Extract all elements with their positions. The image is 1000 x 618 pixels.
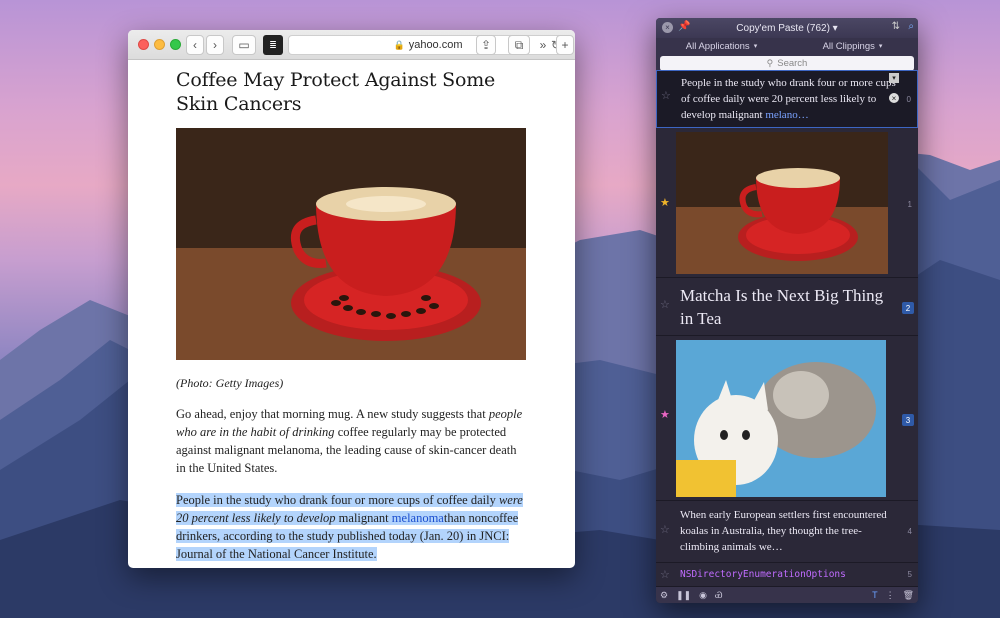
star-filled-icon[interactable]: ★ (660, 408, 670, 421)
reader-button[interactable]: ≣ (263, 35, 283, 55)
pause-icon[interactable]: ❚❚ (676, 590, 691, 601)
copyem-search-input[interactable]: ⚲ Search (660, 56, 914, 71)
tab-all-clippings[interactable]: All Clippings ▾ (787, 38, 918, 54)
clip-0-text: People in the study who drank four or mo… (681, 75, 899, 123)
copyem-titlebar: × 📌 Copy'em Paste (762) ▾ ⇅ ⌕ (656, 18, 918, 38)
tab-all-clippings-label: All Clippings (822, 40, 875, 52)
tabs-icon: ⧉ (514, 37, 524, 52)
clip-item-4[interactable]: ☆ When early European settlers first enc… (656, 501, 918, 563)
clip-menu-icon[interactable]: ▾ (889, 73, 899, 83)
clip-item-0[interactable]: ☆ People in the study who drank four or … (656, 70, 918, 128)
copyem-title[interactable]: Copy'em Paste (762) ▾ (736, 23, 837, 34)
chevron-down-icon: ▾ (878, 43, 883, 50)
copyem-paste-panel: × 📌 Copy'em Paste (762) ▾ ⇅ ⌕ All Applic… (656, 18, 918, 603)
clip-2-badge: 2 (902, 302, 914, 314)
clip-item-5[interactable]: ☆ NSDirectoryEnumerationOptions 5 (656, 563, 918, 587)
text-format-icon[interactable]: T (872, 590, 878, 600)
tab-all-applications-label: All Applications (685, 40, 750, 52)
clip-1-number: 1 (907, 200, 912, 209)
close-icon[interactable]: × (662, 22, 673, 33)
photo-caption: (Photo: Getty Images) (176, 376, 284, 390)
safari-window: ‹ › ▭ ≣ 🔒 yahoo.com ↻ ⇪ ⧉ » + Coffee May… (128, 30, 575, 568)
copyem-filter-tabs: All Applications ▾ All Clippings ▾ (656, 38, 918, 54)
clip-3-image (676, 340, 886, 497)
kitten-thumbnail (676, 340, 886, 497)
plus-icon: + (561, 38, 569, 52)
sidebar-icon: ▭ (238, 38, 250, 52)
clip-0-link-text: melano… (765, 109, 809, 121)
camera-icon[interactable]: ◉ (699, 590, 707, 601)
more-icon[interactable]: ⋮ (886, 590, 895, 601)
trash-icon[interactable]: 🗑 (903, 590, 914, 601)
tab-all-applications[interactable]: All Applications ▾ (656, 38, 787, 54)
address-url: yahoo.com (408, 39, 463, 51)
share-button[interactable]: ⇪ (476, 35, 496, 55)
clip-3-badge: 3 (902, 414, 914, 426)
star-icon[interactable]: ☆ (660, 523, 670, 536)
clip-item-1[interactable]: ★ 1 (656, 128, 918, 278)
clip-0-number: 0 (906, 95, 911, 104)
clip-1-image (676, 132, 888, 274)
reader-article: Coffee May Protect Against Some Skin Can… (128, 60, 575, 568)
text-style-icon[interactable]: Ꮿ (715, 590, 723, 601)
reader-icon: ≣ (269, 39, 277, 50)
minimize-window-button[interactable] (154, 39, 165, 50)
star-filled-icon[interactable]: ★ (660, 196, 670, 209)
chevron-right-icon: › (213, 38, 217, 52)
melanoma-link[interactable]: melanoma (392, 511, 444, 525)
para2-text-a: People in the study who drank four or mo… (176, 493, 499, 507)
forward-button[interactable]: › (206, 35, 224, 55)
star-icon[interactable]: ☆ (660, 298, 670, 311)
clip-item-2[interactable]: ☆ Matcha Is the Next Big Thing in Tea 2 (656, 278, 918, 336)
coffee-cup-image (176, 128, 526, 360)
close-window-button[interactable] (138, 39, 149, 50)
chevron-down-icon: ▾ (753, 43, 758, 50)
sort-icon[interactable]: ⇅ (892, 21, 900, 32)
article-paragraph-1: Go ahead, enjoy that morning mug. A new … (176, 405, 527, 477)
clip-5-text: NSDirectoryEnumerationOptions (680, 569, 846, 580)
clip-item-3[interactable]: ★ 3 (656, 336, 918, 501)
copyem-bottom-toolbar: ⚙ ❚❚ ◉ Ꮿ T ⋮ 🗑 (656, 587, 918, 603)
para2-text-b: malignant (335, 511, 392, 525)
clip-2-text: Matcha Is the Next Big Thing in Tea (680, 286, 884, 328)
clip-5-number: 5 (907, 570, 912, 579)
chevrons-right-icon: » (539, 38, 547, 52)
more-button[interactable]: » (536, 35, 550, 55)
pin-icon[interactable]: 📌 (678, 21, 690, 32)
clip-delete-icon[interactable]: × (889, 93, 899, 103)
star-icon[interactable]: ☆ (660, 568, 670, 581)
lock-icon: 🔒 (393, 39, 405, 50)
magnifier-icon: ⚲ (766, 58, 774, 68)
share-icon: ⇪ (480, 38, 492, 52)
search-icon[interactable]: ⌕ (908, 21, 914, 32)
sidebar-button[interactable]: ▭ (232, 35, 256, 55)
chevron-left-icon: ‹ (193, 38, 197, 52)
article-photo (176, 128, 526, 360)
clip-4-text: When early European settlers first encou… (680, 509, 887, 553)
coffee-cup-thumbnail (676, 132, 888, 274)
star-icon[interactable]: ☆ (661, 89, 671, 102)
article-paragraph-2[interactable]: People in the study who drank four or mo… (176, 491, 527, 563)
tabs-button[interactable]: ⧉ (508, 35, 530, 55)
clip-4-number: 4 (907, 527, 912, 536)
new-tab-button[interactable]: + (556, 35, 574, 55)
safari-toolbar: ‹ › ▭ ≣ 🔒 yahoo.com ↻ ⇪ ⧉ » + (128, 30, 575, 60)
back-button[interactable]: ‹ (186, 35, 204, 55)
article-title: Coffee May Protect Against Some Skin Can… (176, 69, 496, 115)
gear-icon[interactable]: ⚙ (660, 590, 668, 601)
search-placeholder: Search (777, 58, 808, 69)
para1-text-a: Go ahead, enjoy that morning mug. A new … (176, 407, 489, 421)
zoom-window-button[interactable] (170, 39, 181, 50)
